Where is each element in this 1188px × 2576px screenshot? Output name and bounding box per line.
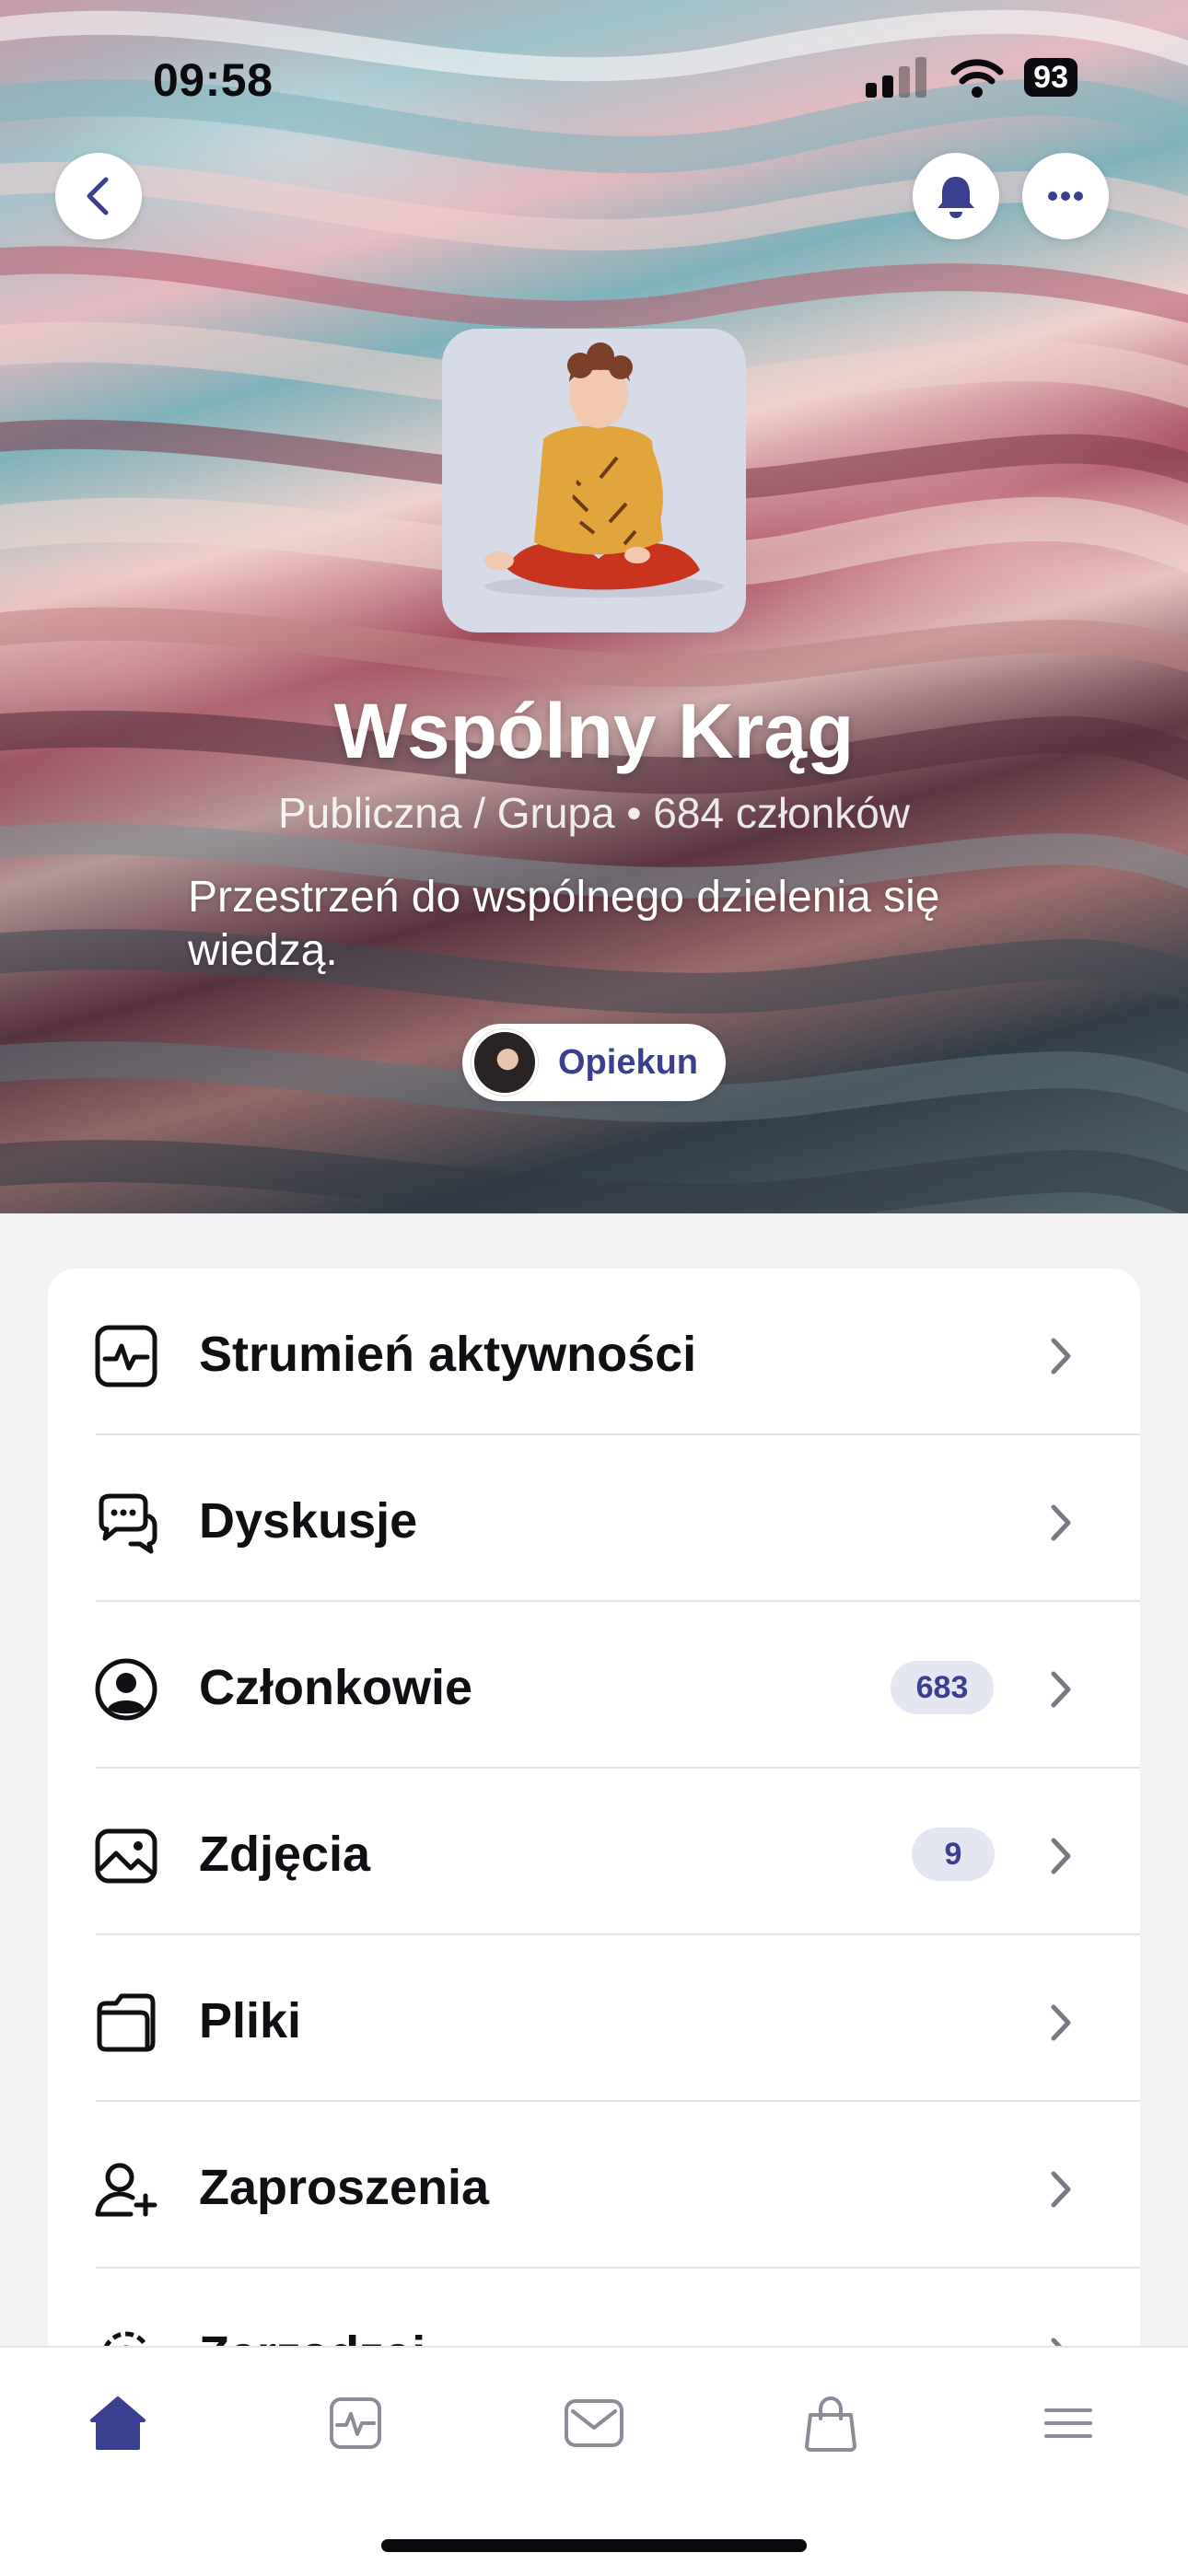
cellular-signal-icon bbox=[866, 57, 927, 98]
role-label: Opiekun bbox=[558, 1042, 699, 1082]
menu-item-discussions[interactable]: Dyskusje bbox=[48, 1435, 1140, 1602]
wifi-icon bbox=[950, 59, 1004, 98]
group-description: Przestrzeń do wspólnego dzielenia się wi… bbox=[188, 873, 940, 975]
chevron-right-icon bbox=[1051, 2338, 1063, 2346]
activity-icon bbox=[95, 1325, 157, 1387]
menu-item-manage[interactable]: Zarządzaj bbox=[48, 2269, 1140, 2346]
menu-item-photos[interactable]: Zdjęcia 9 bbox=[48, 1769, 1140, 1935]
menu-item-activity-stream[interactable]: Strumień aktywności bbox=[48, 1269, 1140, 1435]
chevron-left-icon bbox=[87, 177, 109, 215]
menu-item-label: Zaproszenia bbox=[199, 2160, 490, 2215]
tab-menu[interactable] bbox=[1031, 2386, 1105, 2460]
role-badge[interactable]: Opiekun bbox=[462, 1024, 726, 1101]
more-options-button[interactable] bbox=[1022, 153, 1109, 239]
menu-item-label: Dyskusje bbox=[199, 1493, 418, 1549]
settings-icon bbox=[103, 2331, 149, 2346]
group-meta: Publiczna / Grupa • 684 członków bbox=[277, 789, 911, 837]
group-title: Wspólny Krąg bbox=[333, 688, 855, 774]
battery-level: 93 bbox=[1024, 58, 1077, 97]
folder-icon bbox=[97, 1993, 156, 2052]
notifications-button[interactable] bbox=[913, 153, 999, 239]
shop-bag-icon bbox=[805, 2396, 856, 2452]
chevron-right-icon bbox=[1051, 1504, 1071, 1541]
tab-messages[interactable] bbox=[557, 2386, 631, 2460]
menu-item-label: Strumień aktywności bbox=[199, 1327, 697, 1382]
home-icon bbox=[90, 2396, 146, 2450]
menu-item-label: Członkowie bbox=[199, 1660, 473, 1715]
ellipsis-icon bbox=[1048, 191, 1083, 201]
member-icon bbox=[95, 1658, 157, 1721]
menu-icon bbox=[1044, 2408, 1092, 2438]
bell-icon bbox=[938, 177, 974, 218]
menu-item-members[interactable]: Członkowie 683 bbox=[48, 1602, 1140, 1769]
menu-item-label: Zdjęcia bbox=[199, 1827, 371, 1882]
discussion-icon bbox=[99, 1493, 157, 1554]
menu-item-label: Pliki bbox=[199, 1993, 302, 2048]
menu-item-invitations[interactable]: Zaproszenia bbox=[48, 2102, 1140, 2269]
tab-shop[interactable] bbox=[794, 2386, 868, 2460]
invite-icon bbox=[95, 2163, 157, 2217]
members-count-badge: 683 bbox=[891, 1661, 994, 1714]
meditating-person-illustration bbox=[484, 342, 724, 598]
menu-item-files[interactable]: Pliki bbox=[48, 1935, 1140, 2102]
tab-home[interactable] bbox=[81, 2386, 155, 2460]
home-indicator bbox=[381, 2539, 807, 2552]
status-time: 09:58 bbox=[153, 54, 274, 106]
photo-icon bbox=[95, 1828, 157, 1884]
group-avatar bbox=[442, 329, 746, 632]
status-icons: 93 bbox=[866, 57, 1077, 98]
chevron-right-icon bbox=[1051, 1671, 1071, 1708]
tab-activity[interactable] bbox=[319, 2386, 392, 2460]
activity-icon bbox=[330, 2397, 381, 2449]
chevron-right-icon bbox=[1051, 2171, 1071, 2208]
chevron-right-icon bbox=[1051, 1838, 1071, 1874]
avatar bbox=[472, 1029, 538, 1096]
group-menu: Strumień aktywności Dyskusje Członkowie … bbox=[48, 1269, 1140, 2346]
chevron-right-icon bbox=[1051, 2004, 1071, 2041]
mail-icon bbox=[565, 2399, 623, 2447]
menu-item-label: Zarządzaj bbox=[199, 2326, 425, 2346]
back-button[interactable] bbox=[55, 153, 142, 239]
photos-count-badge: 9 bbox=[912, 1828, 995, 1881]
chevron-right-icon bbox=[1051, 1338, 1071, 1375]
